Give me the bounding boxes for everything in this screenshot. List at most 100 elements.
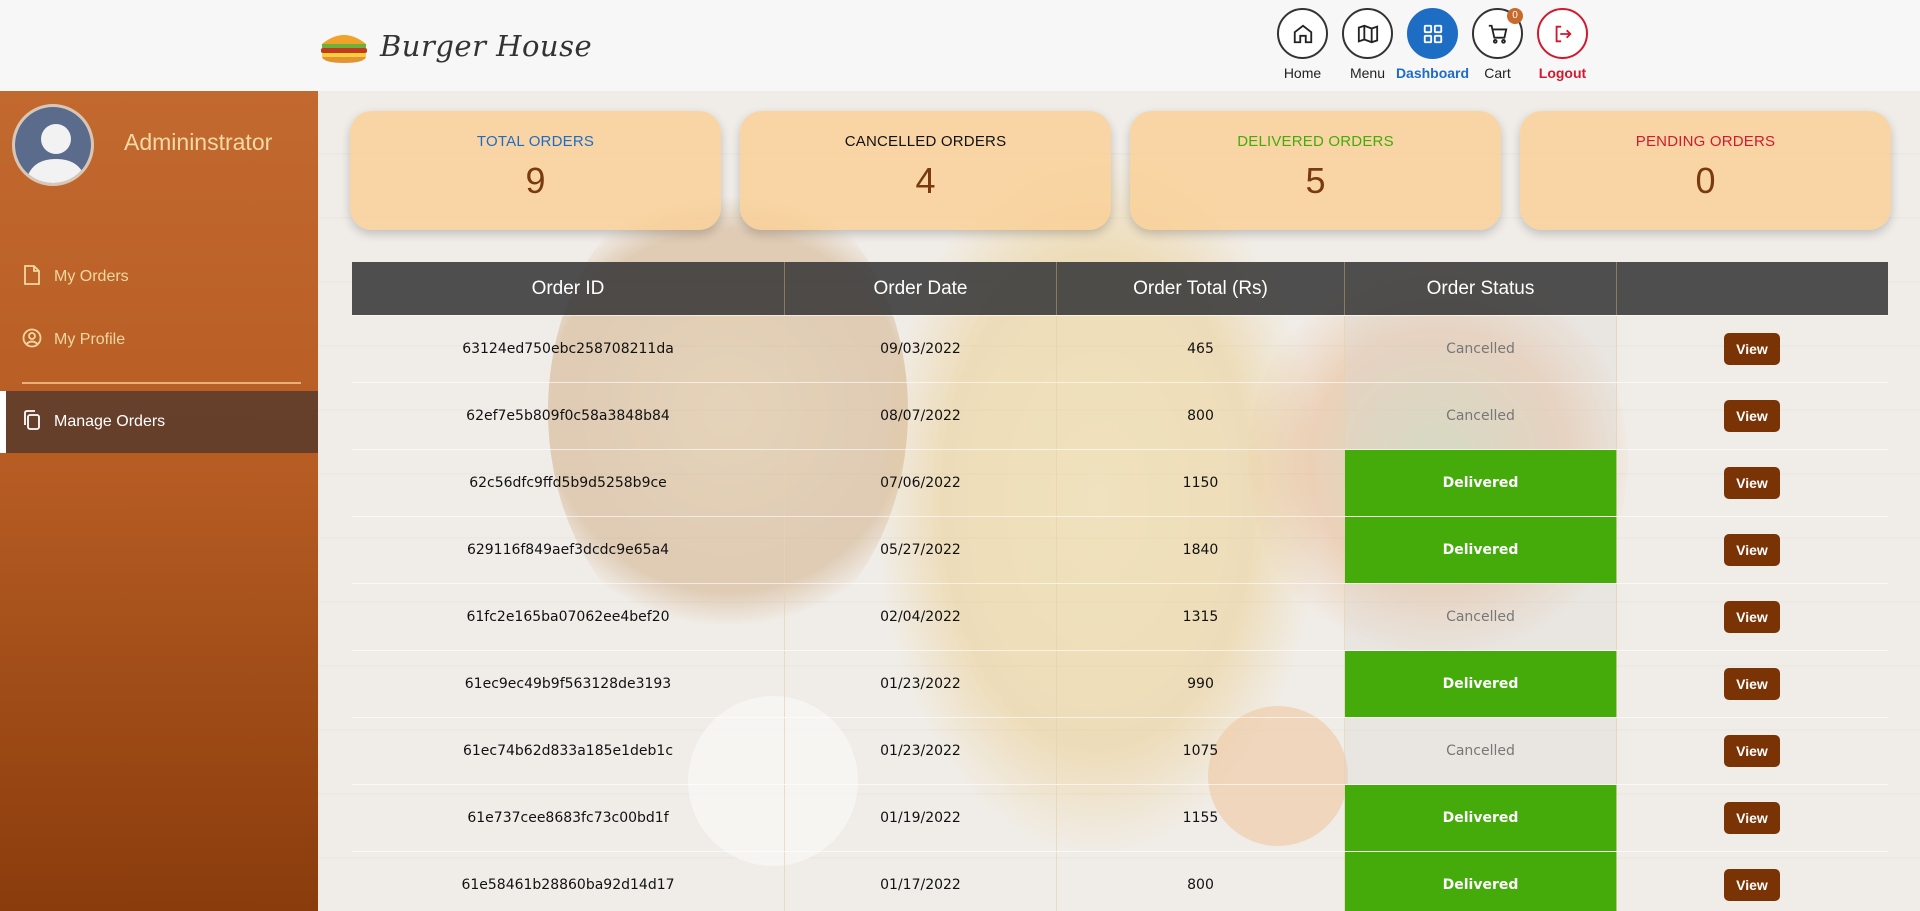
order-total: 1150 [1057, 450, 1345, 516]
order-id: 63124ed750ebc258708211da [352, 316, 785, 382]
order-status: Delivered [1345, 785, 1617, 851]
main-content: TOTAL ORDERS 9 CANCELLED ORDERS 4 DELIVE… [318, 91, 1920, 911]
table-row: 629116f849aef3dcdc9e65a4 05/27/2022 1840… [352, 516, 1888, 583]
order-date: 01/17/2022 [785, 852, 1057, 911]
column-header-order-total: Order Total (Rs) [1057, 262, 1345, 315]
view-order-button[interactable]: View [1724, 869, 1780, 901]
order-status: Cancelled [1345, 718, 1617, 784]
order-date: 05/27/2022 [785, 517, 1057, 583]
order-date: 01/19/2022 [785, 785, 1057, 851]
nav-cart-label: Cart [1484, 65, 1511, 81]
order-total: 1155 [1057, 785, 1345, 851]
nav-logout-label: Logout [1538, 65, 1587, 81]
stat-value: 9 [525, 160, 546, 201]
order-id: 61ec74b62d833a185e1deb1c [352, 718, 785, 784]
user-circle-icon [22, 328, 42, 352]
stat-value: 5 [1305, 160, 1326, 201]
main-nav: Home Menu Dashboard 0 Cart Logout [1270, 8, 1595, 81]
nav-cart[interactable]: 0 Cart [1465, 8, 1530, 81]
table-row: 61ec74b62d833a185e1deb1c 01/23/2022 1075… [352, 717, 1888, 784]
orders-table: Order ID Order Date Order Total (Rs) Ord… [352, 262, 1888, 911]
table-row: 62c56dfc9ffd5b9d5258b9ce 07/06/2022 1150… [352, 449, 1888, 516]
order-status: Delivered [1345, 852, 1617, 911]
stat-card-total: TOTAL ORDERS 9 [350, 111, 721, 230]
table-row: 63124ed750ebc258708211da 09/03/2022 465 … [352, 315, 1888, 382]
order-actions: View [1617, 852, 1888, 911]
order-actions: View [1617, 517, 1888, 583]
table-header: Order ID Order Date Order Total (Rs) Ord… [352, 262, 1888, 315]
order-date: 01/23/2022 [785, 718, 1057, 784]
order-total: 800 [1057, 852, 1345, 911]
order-id: 61ec9ec49b9f563128de3193 [352, 651, 785, 717]
view-order-button[interactable]: View [1724, 668, 1780, 700]
column-header-order-id: Order ID [352, 262, 785, 315]
stat-card-pending: PENDING ORDERS 0 [1520, 111, 1891, 230]
order-actions: View [1617, 383, 1888, 449]
admin-name: Admininstrator [124, 129, 273, 155]
order-id: 62ef7e5b809f0c58a3848b84 [352, 383, 785, 449]
nav-logout[interactable]: Logout [1530, 8, 1595, 81]
order-id: 61e58461b28860ba92d14d17 [352, 852, 785, 911]
order-actions: View [1617, 785, 1888, 851]
order-status: Cancelled [1345, 383, 1617, 449]
order-status: Delivered [1345, 450, 1617, 516]
stat-value: 4 [915, 160, 936, 201]
order-date: 08/07/2022 [785, 383, 1057, 449]
order-status: Delivered [1345, 651, 1617, 717]
sidebar-item-manage-orders[interactable]: Manage Orders [0, 391, 318, 453]
view-order-button[interactable]: View [1724, 601, 1780, 633]
nav-home[interactable]: Home [1270, 8, 1335, 81]
nav-home-label: Home [1283, 65, 1322, 81]
table-row: 61fc2e165ba07062ee4bef20 02/04/2022 1315… [352, 583, 1888, 650]
sidebar-item-my-orders[interactable]: My Orders [0, 246, 318, 308]
stat-title: DELIVERED ORDERS [1237, 133, 1394, 150]
order-date: 01/23/2022 [785, 651, 1057, 717]
order-total: 1075 [1057, 718, 1345, 784]
view-order-button[interactable]: View [1724, 735, 1780, 767]
view-order-button[interactable]: View [1724, 802, 1780, 834]
table-row: 62ef7e5b809f0c58a3848b84 08/07/2022 800 … [352, 382, 1888, 449]
order-id: 61e737cee8683fc73c00bd1f [352, 785, 785, 851]
order-status: Cancelled [1345, 316, 1617, 382]
sidebar-divider [22, 382, 301, 384]
order-actions: View [1617, 651, 1888, 717]
order-id: 629116f849aef3dcdc9e65a4 [352, 517, 785, 583]
order-date: 07/06/2022 [785, 450, 1057, 516]
nav-dashboard[interactable]: Dashboard [1396, 8, 1469, 81]
order-total: 800 [1057, 383, 1345, 449]
cart-icon: 0 [1472, 8, 1523, 59]
view-order-button[interactable]: View [1724, 333, 1780, 365]
home-icon [1277, 8, 1328, 59]
order-id: 62c56dfc9ffd5b9d5258b9ce [352, 450, 785, 516]
stat-card-cancelled: CANCELLED ORDERS 4 [740, 111, 1111, 230]
sidebar-item-my-profile[interactable]: My Profile [0, 309, 318, 371]
nav-dashboard-label: Dashboard [1395, 65, 1470, 81]
stat-card-delivered: DELIVERED ORDERS 5 [1130, 111, 1501, 230]
order-date: 09/03/2022 [785, 316, 1057, 382]
brand-title: Burger House [380, 29, 593, 63]
order-date: 02/04/2022 [785, 584, 1057, 650]
sidebar-item-label: My Profile [54, 331, 126, 348]
table-row: 61e58461b28860ba92d14d17 01/17/2022 800 … [352, 851, 1888, 911]
burger-icon [318, 26, 370, 66]
table-row: 61ec9ec49b9f563128de3193 01/23/2022 990 … [352, 650, 1888, 717]
map-icon [1342, 8, 1393, 59]
nav-menu-label: Menu [1349, 65, 1386, 81]
stat-value: 0 [1695, 160, 1716, 201]
order-total: 1315 [1057, 584, 1345, 650]
brand[interactable]: Burger House [318, 26, 592, 66]
stat-title: PENDING ORDERS [1635, 133, 1776, 150]
view-order-button[interactable]: View [1724, 467, 1780, 499]
order-actions: View [1617, 718, 1888, 784]
file-icon [22, 264, 42, 290]
nav-menu[interactable]: Menu [1335, 8, 1400, 81]
order-status: Cancelled [1345, 584, 1617, 650]
view-order-button[interactable]: View [1724, 400, 1780, 432]
cart-count-badge: 0 [1507, 8, 1523, 24]
order-total: 990 [1057, 651, 1345, 717]
logout-icon [1537, 8, 1588, 59]
stat-title: CANCELLED ORDERS [844, 133, 1007, 150]
view-order-button[interactable]: View [1724, 534, 1780, 566]
order-actions: View [1617, 450, 1888, 516]
grid-icon [1407, 8, 1458, 59]
